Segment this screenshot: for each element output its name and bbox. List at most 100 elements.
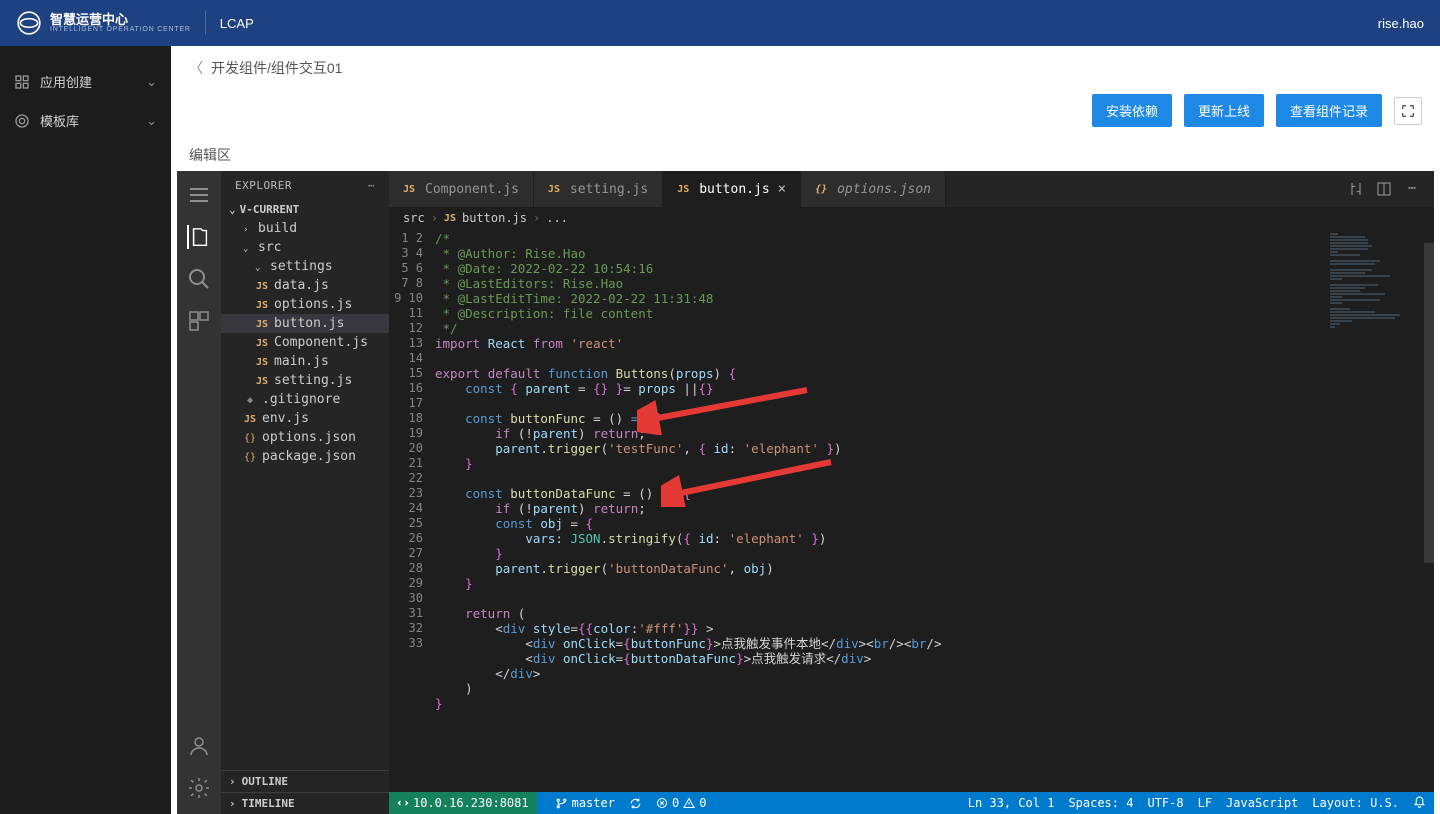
close-tab-icon[interactable]: × (778, 181, 786, 197)
git-file-icon: ◆ (243, 395, 257, 406)
fullscreen-icon[interactable] (1394, 97, 1422, 125)
encoding[interactable]: UTF-8 (1147, 796, 1183, 810)
warning-icon (683, 797, 695, 809)
js-file-icon: JS (255, 376, 269, 387)
product-name: LCAP (220, 16, 254, 31)
chevron-down-icon: ⌄ (229, 203, 236, 216)
nav-item-app-create[interactable]: 应用创建 ⌄ (0, 62, 171, 101)
compare-icon[interactable] (1348, 181, 1364, 197)
timeline-label: TIMELINE (242, 797, 295, 810)
minimap[interactable] (1324, 229, 1434, 792)
view-logs-button[interactable]: 查看组件记录 (1276, 94, 1382, 127)
file-type-icon: {} (815, 184, 829, 195)
menu-icon[interactable] (187, 183, 211, 207)
bell-icon[interactable] (1413, 796, 1426, 809)
editor-scrollbar[interactable] (1424, 207, 1434, 792)
editor-tab[interactable]: JSsetting.js (534, 171, 663, 207)
folder-item[interactable]: ⌄settings (221, 257, 389, 276)
chevron-icon: › (243, 225, 253, 235)
extensions-icon[interactable] (187, 309, 211, 333)
vscode-editor: EXPLORER ⋯ ⌄ V-CURRENT ›build⌄src⌄settin… (177, 171, 1434, 814)
nav-item-templates[interactable]: 模板库 ⌄ (0, 101, 171, 140)
folder-item[interactable]: ›build (221, 219, 389, 238)
file-type-icon: JS (677, 184, 691, 195)
chevron-right-icon: › (229, 775, 236, 788)
file-item[interactable]: JSdata.js (221, 276, 389, 295)
code-area[interactable]: 1 2 3 4 5 6 7 8 9 10 11 12 13 14 15 16 1… (389, 229, 1434, 792)
logo: 智慧运营中心 INTELLIGENT OPERATION CENTER (16, 10, 191, 36)
tree-item-label: main.js (274, 354, 329, 369)
outline-section[interactable]: › OUTLINE (221, 770, 389, 792)
install-deps-button[interactable]: 安装依赖 (1092, 94, 1172, 127)
scrollbar-thumb[interactable] (1424, 243, 1434, 563)
tree-item-label: options.json (262, 430, 356, 445)
tree-item-label: button.js (274, 316, 344, 331)
folder-item[interactable]: ⌄src (221, 238, 389, 257)
file-item[interactable]: ◆ .gitignore (221, 390, 389, 409)
tab-label: setting.js (570, 182, 648, 197)
editor-breadcrumb[interactable]: src › JS button.js › ... (389, 207, 1434, 229)
error-icon (656, 797, 668, 809)
workspace-root[interactable]: ⌄ V-CURRENT (221, 200, 389, 219)
top-bar: 智慧运营中心 INTELLIGENT OPERATION CENTER LCAP… (0, 0, 1440, 46)
deploy-button[interactable]: 更新上线 (1184, 94, 1264, 127)
breadcrumb-path[interactable]: 开发组件/组件交互01 (211, 58, 342, 78)
account-icon[interactable] (187, 734, 211, 758)
status-bar: 10.0.16.230:8081 master 0 0 (389, 792, 1434, 814)
file-item[interactable]: JSmain.js (221, 352, 389, 371)
editor-main: JSComponent.jsJSsetting.js JS button.js × {}… (389, 171, 1434, 814)
file-item[interactable]: JS setting.js (221, 371, 389, 390)
timeline-section[interactable]: › TIMELINE (221, 792, 389, 814)
template-icon (14, 113, 30, 129)
explorer-icon[interactable] (187, 225, 211, 249)
keyboard-layout[interactable]: Layout: U.S. (1312, 796, 1399, 810)
user-name[interactable]: rise.hao (1378, 16, 1424, 31)
line-gutter: 1 2 3 4 5 6 7 8 9 10 11 12 13 14 15 16 1… (389, 229, 435, 792)
tree-item-label: setting.js (274, 373, 352, 388)
warning-count: 0 (699, 796, 706, 810)
search-icon[interactable] (187, 267, 211, 291)
explorer-header: EXPLORER ⋯ (221, 171, 389, 200)
settings-gear-icon[interactable] (187, 776, 211, 800)
file-item[interactable]: JS Component.js (221, 333, 389, 352)
more-icon[interactable]: ⋯ (368, 179, 375, 192)
editor-tab[interactable]: JS button.js × (663, 171, 801, 207)
file-item[interactable]: JSenv.js (221, 409, 389, 428)
file-item[interactable]: {}package.json (221, 447, 389, 466)
back-icon[interactable]: 〈 (189, 58, 203, 78)
json-file-icon: {} (243, 433, 257, 444)
remote-host[interactable]: 10.0.16.230:8081 (389, 792, 537, 814)
js-file-icon: JS (255, 338, 269, 349)
tree-item-label: .gitignore (262, 392, 340, 407)
tree-item-label: Component.js (274, 335, 368, 350)
bc-folder: src (403, 211, 425, 225)
more-actions-icon[interactable]: ⋯ (1404, 181, 1420, 197)
problems-indicator[interactable]: 0 0 (656, 796, 706, 810)
js-file-icon: JS (255, 300, 269, 311)
file-item[interactable]: JSoptions.js (221, 295, 389, 314)
sync-icon[interactable] (629, 797, 642, 810)
action-bar: 安装依赖 更新上线 查看组件记录 (171, 88, 1440, 139)
language-mode[interactable]: JavaScript (1226, 796, 1298, 810)
tree-item-label: data.js (274, 278, 329, 293)
tab-label: button.js (699, 182, 769, 197)
brand-sub: INTELLIGENT OPERATION CENTER (50, 26, 191, 33)
split-editor-icon[interactable] (1376, 181, 1392, 197)
editor-tab[interactable]: JSComponent.js (389, 171, 534, 207)
code-content[interactable]: /* * @Author: Rise.Hao * @Date: 2022-02-… (435, 229, 1324, 792)
explorer-sidebar: EXPLORER ⋯ ⌄ V-CURRENT ›build⌄src⌄settin… (221, 171, 389, 814)
git-branch[interactable]: master (555, 796, 615, 810)
indent-setting[interactable]: Spaces: 4 (1068, 796, 1133, 810)
explorer-title: EXPLORER (235, 179, 292, 192)
branch-icon (555, 797, 568, 810)
eol[interactable]: LF (1198, 796, 1212, 810)
remote-icon (397, 797, 409, 809)
header-divider (205, 11, 206, 35)
file-item[interactable]: JSbutton.js (221, 314, 389, 333)
bc-separator: › (431, 211, 438, 225)
cursor-position[interactable]: Ln 33, Col 1 (968, 796, 1055, 810)
file-item[interactable]: {} options.json (221, 428, 389, 447)
outline-label: OUTLINE (242, 775, 288, 788)
remote-label: 10.0.16.230:8081 (413, 796, 529, 810)
editor-tab[interactable]: {}options.json (801, 171, 946, 207)
